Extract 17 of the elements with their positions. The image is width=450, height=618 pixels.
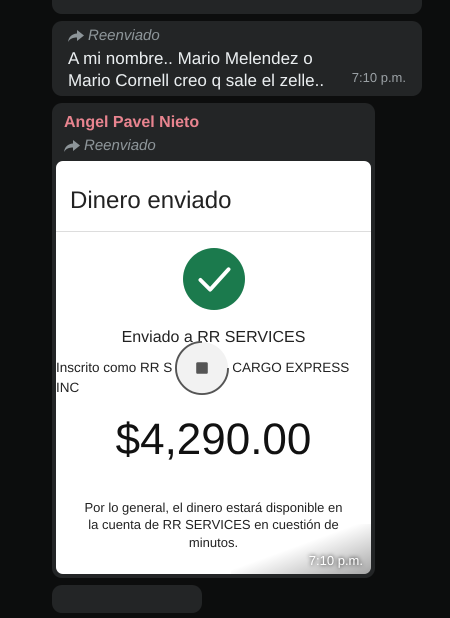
forward-icon [68, 30, 84, 42]
forwarded-label: Reenviado [84, 136, 156, 156]
stop-button[interactable] [175, 341, 230, 396]
sent-to-text: Enviado a RR SERVICES [120, 328, 306, 348]
registered-text: Inscrito como RR S [56, 359, 172, 378]
registered-text: CARGO EXPRESS [232, 359, 350, 378]
forwarded-label: Reenviado [88, 26, 160, 46]
amount-text: $4,290.00 [114, 414, 312, 466]
message-time: 7:10 p.m. [352, 69, 406, 88]
check-icon [182, 248, 244, 310]
receipt-title: Dinero enviado [56, 161, 371, 232]
registered-text: INC [56, 379, 80, 398]
message-time: 7:10 p.m. [308, 552, 364, 570]
message-text: A mi nombre.. Mario Melendez o Mario Cornell creo q sale el zelle.. [68, 48, 326, 92]
sender-name: Angel Pavel Nieto [64, 112, 200, 133]
note-text: Por lo general, el dinero estará disponible en la cuenta de RR SERVICES en cuestión de minutos. [83, 498, 344, 552]
forward-icon [64, 140, 80, 152]
